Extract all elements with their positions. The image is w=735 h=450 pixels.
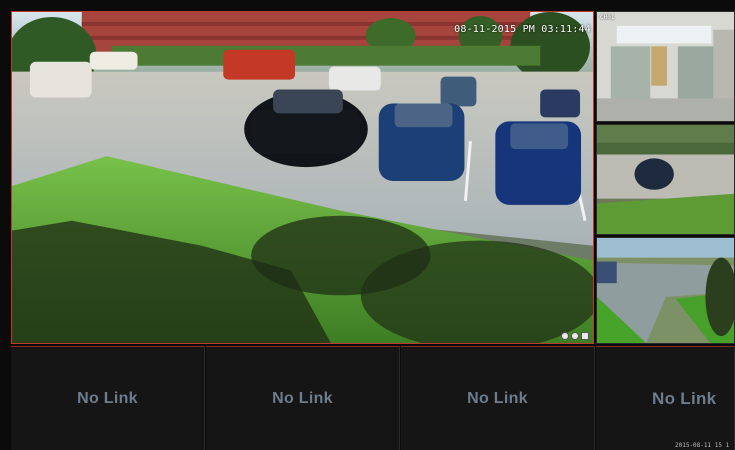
parking-scene-2 <box>597 125 734 234</box>
no-link-label: No Link <box>77 389 138 407</box>
no-link-label: No Link <box>272 389 333 407</box>
system-timestamp: 2015-08-11 15 1 <box>675 442 730 449</box>
side-camera-1[interactable]: CH01 <box>596 11 735 122</box>
no-link-label: No Link <box>652 388 717 408</box>
camera-slot-5[interactable]: No Link <box>11 346 205 450</box>
zoom-icon[interactable] <box>571 332 579 340</box>
snapshot-icon[interactable] <box>581 332 589 340</box>
walkway-scene <box>597 238 734 343</box>
dvr-monitor: 08-11-2015 PM 03:11:44 CH01 No Link No L… <box>0 0 735 450</box>
parking-lot-scene <box>12 12 593 343</box>
camera-label: CH01 <box>600 14 615 21</box>
main-camera-view[interactable]: 08-11-2015 PM 03:11:44 <box>11 11 594 344</box>
record-icon[interactable] <box>561 332 569 340</box>
camera-timestamp: 08-11-2015 PM 03:11:44 <box>454 24 591 35</box>
camera-slot-8[interactable]: No Link <box>596 346 735 450</box>
side-camera-2[interactable] <box>596 124 735 235</box>
camera-slot-6[interactable]: No Link <box>206 346 400 450</box>
no-link-label: No Link <box>467 389 528 407</box>
camera-slot-7[interactable]: No Link <box>401 346 595 450</box>
side-camera-3[interactable] <box>596 237 735 344</box>
office-scene <box>597 12 734 121</box>
camera-controls <box>561 332 589 340</box>
